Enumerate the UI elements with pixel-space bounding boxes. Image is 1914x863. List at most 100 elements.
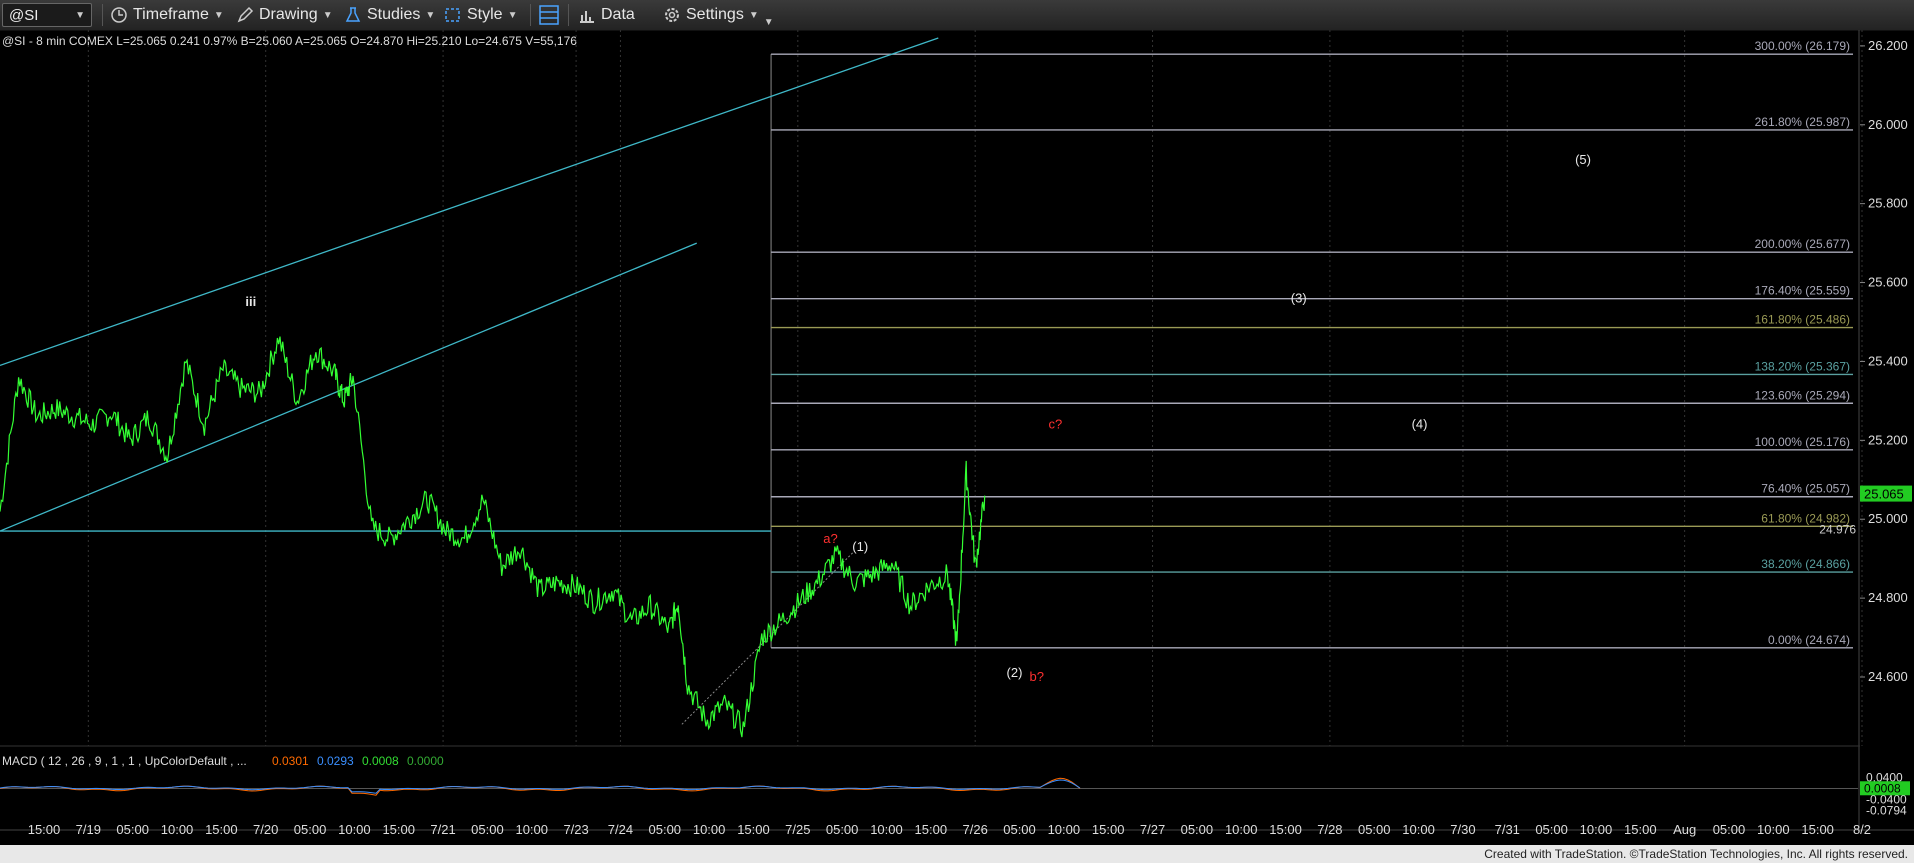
x-tick-label: 05:00 (1358, 822, 1391, 837)
x-tick-label: 05:00 (649, 822, 682, 837)
x-tick-label: 7/23 (563, 822, 588, 837)
x-tick-label: 7/26 (963, 822, 988, 837)
wave-label: (3) (1291, 290, 1307, 305)
fib-level-label: 261.80% (25.987) (1755, 115, 1850, 129)
fib-level-label: 138.20% (25.367) (1755, 359, 1850, 373)
fibonacci-levels: 300.00% (26.179) 261.80% (25.987) 200.00% … (770, 39, 1853, 649)
macd-legend-value: 0.0301 (272, 754, 309, 768)
fib-level-label: 200.00% (25.677) (1755, 237, 1850, 251)
drawing-label: Drawing (259, 6, 318, 23)
x-tick-label: 15:00 (1801, 822, 1834, 837)
x-tick-label: 05:00 (1181, 822, 1214, 837)
wave-labels: iii a? (1) (2) b? c? (3) (4) (5) (245, 152, 1591, 684)
macd-last-value-text: 0.0008 (1864, 781, 1901, 795)
chevron-down-icon: ▼ (322, 9, 333, 21)
bar-chart-icon (580, 11, 594, 23)
level-tag: 24.976 (1819, 523, 1856, 537)
y-tick-label: 25.400 (1868, 353, 1908, 368)
style-button[interactable]: Style ▼ (444, 0, 517, 30)
layout-button[interactable] (538, 0, 560, 30)
toolbar: @SI ▼ Timeframe ▼ Drawing ▼ Studies ▼ St… (0, 0, 1914, 31)
toolbar-divider (530, 4, 531, 26)
settings-button[interactable]: Settings ▼ ▼ (663, 0, 774, 30)
data-button[interactable]: Data (578, 0, 635, 30)
x-tick-label: 10:00 (1757, 822, 1790, 837)
timeframe-button[interactable]: Timeframe ▼ (110, 0, 224, 30)
x-tick-label: 7/19 (76, 822, 101, 837)
x-tick-label: 05:00 (1713, 822, 1746, 837)
y-tick-label: 26.200 (1868, 38, 1908, 53)
studies-label: Studies (367, 6, 421, 23)
chevron-down-icon: ▼ (748, 9, 759, 21)
macd-panel: MACD ( 12 , 26 , 9 , 1 , 1 , UpColorDefa… (0, 754, 1910, 817)
x-tick-label: 10:00 (1225, 822, 1258, 837)
y-tick-label: 25.800 (1868, 196, 1908, 211)
x-tick-label: 10:00 (338, 822, 371, 837)
data-label: Data (601, 6, 635, 23)
grid (0, 30, 1914, 831)
fib-level-label: 300.00% (26.179) (1755, 39, 1850, 53)
fib-level-label: 100.00% (25.176) (1755, 435, 1850, 449)
x-tick-label: 10:00 (1402, 822, 1435, 837)
macd-legend-value: 0.0000 (407, 754, 444, 768)
y-tick-label: 24.800 (1868, 590, 1908, 605)
y-tick-label: 24.600 (1868, 669, 1908, 684)
x-tick-label: 15:00 (28, 822, 61, 837)
x-tick-label: 7/28 (1317, 822, 1342, 837)
last-price-tag-text: 25.065 (1864, 487, 1904, 502)
footer: Created with TradeStation. ©TradeStation… (0, 845, 1914, 863)
fib-level-label: 76.40% (25.057) (1761, 482, 1850, 496)
x-tick-label: 15:00 (737, 822, 770, 837)
fib-level-label: 161.80% (25.486) (1755, 313, 1850, 327)
studies-button[interactable]: Studies ▼ (344, 0, 435, 30)
flask-icon (345, 7, 361, 22)
wave-label: b? (1030, 669, 1044, 684)
x-tick-label: 05:00 (826, 822, 859, 837)
x-tick-label: 05:00 (294, 822, 327, 837)
wave-label: (1) (852, 539, 868, 554)
x-tick-label: 05:00 (1003, 822, 1036, 837)
x-tick-label: 10:00 (1048, 822, 1081, 837)
wave-label: iii (245, 294, 256, 309)
x-tick-label: 10:00 (515, 822, 548, 837)
x-tick-label: 05:00 (471, 822, 504, 837)
fib-level-label: 38.20% (24.866) (1761, 557, 1850, 571)
x-tick-label: 15:00 (205, 822, 238, 837)
macd-signal-line (0, 779, 1081, 794)
wave-label: a? (823, 531, 837, 546)
fib-level-label: 176.40% (25.559) (1755, 284, 1850, 298)
symbol-label: @SI (9, 6, 39, 24)
x-tick-label: 7/21 (430, 822, 455, 837)
y-tick-label: 25.600 (1868, 275, 1908, 290)
x-tick-label: Aug (1673, 822, 1696, 837)
x-tick-label: 8/2 (1853, 822, 1871, 837)
style-icon (445, 8, 460, 22)
chevron-down-icon: ▼ (213, 9, 224, 21)
fib-level-label: 123.60% (25.294) (1755, 388, 1850, 402)
drawing-button[interactable]: Drawing ▼ (236, 0, 333, 30)
y-tick-label: 25.200 (1868, 432, 1908, 447)
x-tick-label: 05:00 (116, 822, 149, 837)
symbol-selector[interactable]: @SI ▼ (2, 3, 92, 27)
macd-header: MACD ( 12 , 26 , 9 , 1 , 1 , UpColorDefa… (2, 754, 247, 768)
x-tick-label: 7/27 (1140, 822, 1165, 837)
x-tick-label: 15:00 (1624, 822, 1657, 837)
settings-label: Settings (686, 6, 744, 23)
fib-level-label: 0.00% (24.674) (1768, 633, 1850, 647)
x-tick-label: 15:00 (1269, 822, 1302, 837)
wave-label: (2) (1007, 665, 1023, 680)
wave-label: (4) (1412, 417, 1428, 432)
layout-icon (539, 5, 559, 25)
style-label: Style (467, 6, 503, 23)
chevron-down-icon: ▼ (763, 16, 774, 28)
projection-line (681, 550, 856, 725)
x-tick-label: 10:00 (1580, 822, 1613, 837)
chart-area[interactable]: @SI - 8 min COMEX L=25.065 0.241 0.97% B… (0, 30, 1914, 845)
x-tick-label: 10:00 (161, 822, 194, 837)
macd-y-tick-label: -0.0794 (1866, 803, 1907, 817)
chevron-down-icon: ▼ (75, 9, 85, 21)
chevron-down-icon: ▼ (425, 9, 436, 21)
x-tick-label: 7/30 (1450, 822, 1475, 837)
macd-line (0, 777, 1081, 796)
wave-label: c? (1048, 417, 1062, 432)
